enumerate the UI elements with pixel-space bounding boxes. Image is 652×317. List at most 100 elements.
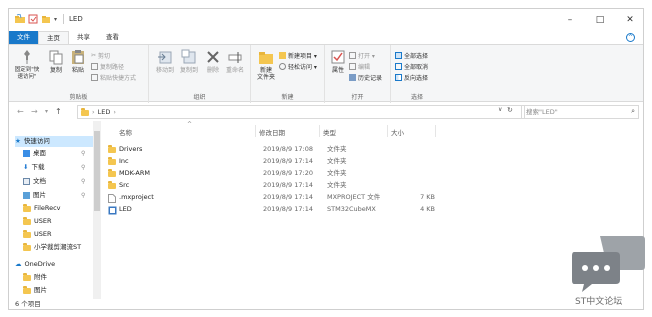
table-row[interactable]: LED 2019/8/9 17:14 STM32CubeMX 4 KB <box>105 204 445 215</box>
delete-icon <box>207 51 219 63</box>
history-button[interactable]: 历史记录 <box>349 73 382 82</box>
cut-button[interactable]: ✂ 剪切 <box>91 51 110 60</box>
back-arrow-icon[interactable]: ← <box>17 107 24 116</box>
easy-access-icon <box>279 63 286 70</box>
table-row[interactable]: MDK-ARM 2019/8/9 17:20 文件夹 <box>105 168 445 179</box>
tab-file[interactable]: 文件 <box>9 31 38 44</box>
recent-chevron-icon[interactable]: ▾ <box>45 108 48 115</box>
open-button[interactable]: 打开 ▾ <box>349 51 375 60</box>
sort-chevron-icon: ^ <box>187 121 193 128</box>
paste-shortcut-button[interactable]: 粘贴快捷方式 <box>91 73 136 82</box>
column-divider[interactable] <box>435 125 436 137</box>
tab-view[interactable]: 查看 <box>98 31 127 44</box>
tab-home[interactable]: 主页 <box>38 31 69 44</box>
folder-icon <box>108 181 116 189</box>
pin-icon[interactable]: ⚲ <box>81 178 85 185</box>
folder-icon <box>108 145 116 153</box>
open-icon <box>349 52 356 59</box>
sidebar-item-pictures[interactable]: 图片 <box>23 190 46 201</box>
refresh-icon[interactable]: ↻ <box>507 106 513 114</box>
sidebar-item-documents[interactable]: 文档 <box>23 176 46 187</box>
copy-path-button[interactable]: 复制路径 <box>91 62 124 71</box>
table-row[interactable]: .mxproject 2019/8/9 17:14 MXPROJECT 文件 7… <box>105 192 445 203</box>
sidebar-item-desktop[interactable]: 桌面 <box>23 148 46 159</box>
download-icon: ⬇ <box>23 163 29 171</box>
scissors-icon: ✂ <box>91 52 97 59</box>
address-bar[interactable]: › LED › <box>77 105 525 119</box>
move-to-button[interactable]: 移动到 <box>155 49 175 74</box>
easy-access-button[interactable]: 轻松访问 ▾ <box>279 62 317 71</box>
table-row[interactable]: Src 2019/8/9 17:14 文件夹 <box>105 180 445 191</box>
column-divider[interactable] <box>387 125 388 137</box>
column-header-date[interactable]: 修改日期 <box>259 127 285 137</box>
pin-quick-access-button[interactable]: 固定到"快速访问" <box>13 49 41 81</box>
chevron-down-icon[interactable]: ▾ <box>54 16 57 23</box>
sidebar-item-downloads[interactable]: ⬇ 下载 <box>23 162 44 173</box>
pin-icon[interactable]: ⚲ <box>81 150 85 157</box>
column-header-size[interactable]: 大小 <box>391 127 404 137</box>
copy-to-button[interactable]: 复制到 <box>179 49 199 74</box>
group-organize: 移动到 复制到 删除 重命名 组织 <box>149 45 251 103</box>
minimize-button[interactable]: – <box>555 9 585 31</box>
pin-icon[interactable]: ⚲ <box>81 164 85 171</box>
sidebar-item-onedrive[interactable]: ☁ OneDrive <box>15 259 55 270</box>
properties-button[interactable]: 属性 <box>329 49 347 74</box>
help-icon[interactable]: ^ <box>626 33 635 42</box>
copy-icon <box>49 50 63 65</box>
sidebar-item-pictures-2[interactable]: 图片 <box>23 285 47 296</box>
address-dropdown-icon[interactable]: ∨ <box>498 106 502 113</box>
invert-selection-button[interactable]: 反向选择 <box>395 73 428 82</box>
scrollbar-thumb[interactable] <box>94 131 100 211</box>
forward-arrow-icon[interactable]: → <box>31 107 38 116</box>
file-list: ^ 名称 修改日期 类型 大小 Drivers 2019/8/9 17:08 文… <box>105 121 643 299</box>
folder-app-icon <box>15 14 25 23</box>
ribbon-tabs: 文件 主页 共享 查看 <box>9 31 643 44</box>
table-row[interactable]: Drivers 2019/8/9 17:08 文件夹 <box>105 144 445 155</box>
folder-icon <box>23 285 31 294</box>
file-type: STM32CubeMX <box>327 205 376 213</box>
table-row[interactable]: Inc 2019/8/9 17:14 文件夹 <box>105 156 445 167</box>
rename-icon <box>228 52 242 63</box>
new-folder-icon[interactable] <box>41 14 51 24</box>
sidebar-item-quick-access[interactable]: ★ 快速访问 <box>15 136 97 147</box>
up-arrow-icon[interactable]: ↑ <box>55 107 62 116</box>
search-icon[interactable]: ⌕ <box>631 107 635 116</box>
paste-icon <box>72 50 84 64</box>
sidebar-scrollbar[interactable] <box>93 121 101 299</box>
file-type: MXPROJECT 文件 <box>327 193 381 201</box>
column-header-name[interactable]: 名称 <box>119 127 132 137</box>
sidebar-item-attachments[interactable]: 附件 <box>23 272 47 283</box>
breadcrumb-led[interactable]: LED <box>98 106 111 118</box>
sidebar-item-folder[interactable]: 小学裁剪潮流ST <box>23 242 81 253</box>
pin-icon[interactable]: ⚲ <box>81 192 85 199</box>
group-label-clipboard: 剪贴板 <box>69 94 88 101</box>
sidebar-item-filerecv[interactable]: FileRecv <box>23 203 61 214</box>
close-button[interactable]: ✕ <box>615 9 643 31</box>
folder-icon <box>23 242 31 251</box>
sidebar-item-user-2[interactable]: USER <box>23 229 52 240</box>
column-divider[interactable] <box>319 125 320 137</box>
sidebar-item-user[interactable]: USER <box>23 216 52 227</box>
select-all-button[interactable]: 全部选择 <box>395 51 428 60</box>
copy-path-icon <box>91 63 98 70</box>
new-item-button[interactable]: 新建项目 ▾ <box>279 51 317 60</box>
select-none-button[interactable]: 全部取消 <box>395 62 428 71</box>
paste-shortcut-icon <box>91 74 98 81</box>
search-input[interactable]: 搜索"LED" <box>521 105 639 119</box>
paste-button[interactable]: 粘贴 <box>69 49 87 74</box>
folder-icon <box>108 169 116 177</box>
maximize-button[interactable]: □ <box>585 9 615 31</box>
properties-icon <box>331 50 345 64</box>
explorer-window: ▾ LED – □ ✕ 文件 主页 共享 查看 ^ 固定到"快速访问" 复制 粘 <box>8 8 644 310</box>
tab-share[interactable]: 共享 <box>69 31 98 44</box>
file-date: 2019/8/9 17:08 <box>263 145 313 153</box>
column-header-type[interactable]: 类型 <box>323 127 336 137</box>
rename-button[interactable]: 重命名 <box>225 49 245 74</box>
column-divider[interactable] <box>255 125 256 137</box>
properties-icon[interactable] <box>28 14 38 24</box>
folder-icon <box>23 272 31 281</box>
edit-button[interactable]: 编辑 <box>349 62 370 71</box>
copy-button[interactable]: 复制 <box>47 49 65 74</box>
delete-button[interactable]: 删除 <box>205 49 221 74</box>
new-folder-button[interactable]: 新建 文件夹 <box>255 49 277 81</box>
